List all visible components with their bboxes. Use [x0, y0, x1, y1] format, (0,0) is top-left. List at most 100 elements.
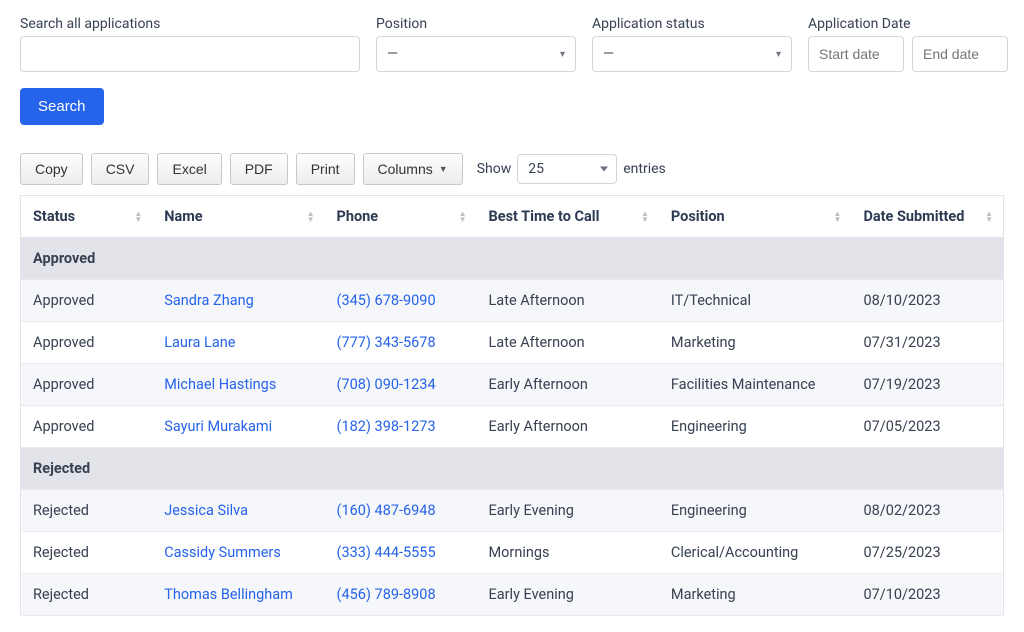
entries-label: entries	[623, 161, 666, 177]
col-name-label: Name	[164, 208, 202, 225]
cell-date: 07/05/2023	[851, 406, 1003, 448]
triangle-down-icon: ▼	[439, 164, 448, 174]
sort-icon: ▲▼	[459, 211, 467, 223]
name-link[interactable]: Laura Lane	[164, 334, 235, 351]
copy-button[interactable]: Copy	[20, 153, 83, 185]
end-date-input[interactable]	[912, 36, 1008, 72]
columns-button[interactable]: Columns ▼	[363, 153, 463, 185]
cell-status: Approved	[21, 364, 153, 406]
cell-date: 08/02/2023	[851, 490, 1003, 532]
status-select[interactable]: — ▾	[592, 36, 792, 72]
filter-row: Search all applications Position — ▾ App…	[20, 16, 1004, 72]
columns-button-label: Columns	[378, 161, 433, 177]
phone-link[interactable]: (777) 343-5678	[337, 334, 436, 351]
phone-link[interactable]: (160) 487-6948	[337, 502, 436, 519]
table-row: Approved Michael Hastings (708) 090-1234…	[21, 364, 1004, 406]
cell-phone: (777) 343-5678	[325, 322, 477, 364]
name-link[interactable]: Jessica Silva	[164, 502, 248, 519]
cell-status: Approved	[21, 406, 153, 448]
col-position[interactable]: Position ▲▼	[659, 196, 852, 238]
cell-phone: (345) 678-9090	[325, 280, 477, 322]
table-row: Approved Sayuri Murakami (182) 398-1273 …	[21, 406, 1004, 448]
filter-search: Search all applications	[20, 16, 360, 72]
col-name[interactable]: Name ▲▼	[152, 196, 324, 238]
phone-link[interactable]: (182) 398-1273	[337, 418, 436, 435]
entries-control: Show 25 entries	[477, 154, 666, 184]
cell-date: 07/25/2023	[851, 532, 1003, 574]
cell-position: IT/Technical	[659, 280, 852, 322]
col-position-label: Position	[671, 208, 725, 225]
col-phone-label: Phone	[337, 208, 379, 225]
search-button[interactable]: Search	[20, 88, 104, 125]
col-status-label: Status	[33, 208, 75, 225]
sort-icon: ▲▼	[641, 211, 649, 223]
cell-besttime: Early Evening	[477, 574, 659, 616]
cell-position: Clerical/Accounting	[659, 532, 852, 574]
cell-position: Facilities Maintenance	[659, 364, 852, 406]
phone-link[interactable]: (456) 789-8908	[337, 586, 436, 603]
cell-phone: (333) 444-5555	[325, 532, 477, 574]
group-header: Rejected	[21, 448, 1004, 490]
cell-date: 07/10/2023	[851, 574, 1003, 616]
phone-link[interactable]: (333) 444-5555	[337, 544, 436, 561]
phone-link[interactable]: (708) 090-1234	[337, 376, 436, 393]
cell-position: Marketing	[659, 322, 852, 364]
cell-besttime: Late Afternoon	[477, 322, 659, 364]
applications-table: Status ▲▼ Name ▲▼ Phone ▲▼ Best Time to …	[20, 195, 1004, 616]
cell-position: Marketing	[659, 574, 852, 616]
cell-date: 08/10/2023	[851, 280, 1003, 322]
sort-icon: ▲▼	[834, 211, 842, 223]
position-select-value: —	[387, 46, 398, 62]
cell-name: Michael Hastings	[152, 364, 324, 406]
pdf-button[interactable]: PDF	[230, 153, 288, 185]
table-row: Approved Laura Lane (777) 343-5678 Late …	[21, 322, 1004, 364]
col-status[interactable]: Status ▲▼	[21, 196, 153, 238]
table-row: Approved Sandra Zhang (345) 678-9090 Lat…	[21, 280, 1004, 322]
position-label: Position	[376, 16, 576, 32]
status-label: Application status	[592, 16, 792, 32]
cell-name: Jessica Silva	[152, 490, 324, 532]
table-row: Rejected Jessica Silva (160) 487-6948 Ea…	[21, 490, 1004, 532]
cell-date: 07/19/2023	[851, 364, 1003, 406]
excel-button[interactable]: Excel	[157, 153, 221, 185]
name-link[interactable]: Thomas Bellingham	[164, 586, 293, 603]
print-button[interactable]: Print	[296, 153, 355, 185]
sort-icon: ▲▼	[307, 211, 315, 223]
cell-position: Engineering	[659, 406, 852, 448]
search-input[interactable]	[20, 36, 360, 72]
cell-phone: (182) 398-1273	[325, 406, 477, 448]
chevron-down-icon: ▾	[560, 49, 565, 60]
group-header-label: Approved	[21, 238, 1004, 280]
cell-name: Sayuri Murakami	[152, 406, 324, 448]
name-link[interactable]: Sayuri Murakami	[164, 418, 272, 435]
csv-button[interactable]: CSV	[91, 153, 150, 185]
table-row: Rejected Cassidy Summers (333) 444-5555 …	[21, 532, 1004, 574]
cell-status: Rejected	[21, 532, 153, 574]
chevron-down-icon: ▾	[776, 49, 781, 60]
cell-name: Sandra Zhang	[152, 280, 324, 322]
cell-status: Approved	[21, 280, 153, 322]
export-toolbar: Copy CSV Excel PDF Print Columns ▼ Show …	[20, 153, 1004, 185]
sort-icon: ▲▼	[134, 211, 142, 223]
table-row: Rejected Thomas Bellingham (456) 789-890…	[21, 574, 1004, 616]
start-date-input[interactable]	[808, 36, 904, 72]
cell-status: Approved	[21, 322, 153, 364]
cell-name: Cassidy Summers	[152, 532, 324, 574]
col-phone[interactable]: Phone ▲▼	[325, 196, 477, 238]
name-link[interactable]: Michael Hastings	[164, 376, 276, 393]
group-header-label: Rejected	[21, 448, 1004, 490]
cell-besttime: Early Afternoon	[477, 406, 659, 448]
col-date[interactable]: Date Submitted ▲▼	[851, 196, 1003, 238]
position-select[interactable]: — ▾	[376, 36, 576, 72]
group-header: Approved	[21, 238, 1004, 280]
cell-phone: (160) 487-6948	[325, 490, 477, 532]
name-link[interactable]: Cassidy Summers	[164, 544, 281, 561]
entries-select[interactable]: 25	[517, 154, 617, 184]
status-select-value: —	[603, 46, 614, 62]
cell-phone: (708) 090-1234	[325, 364, 477, 406]
cell-besttime: Late Afternoon	[477, 280, 659, 322]
col-besttime[interactable]: Best Time to Call ▲▼	[477, 196, 659, 238]
phone-link[interactable]: (345) 678-9090	[337, 292, 436, 309]
name-link[interactable]: Sandra Zhang	[164, 292, 254, 309]
cell-besttime: Early Afternoon	[477, 364, 659, 406]
